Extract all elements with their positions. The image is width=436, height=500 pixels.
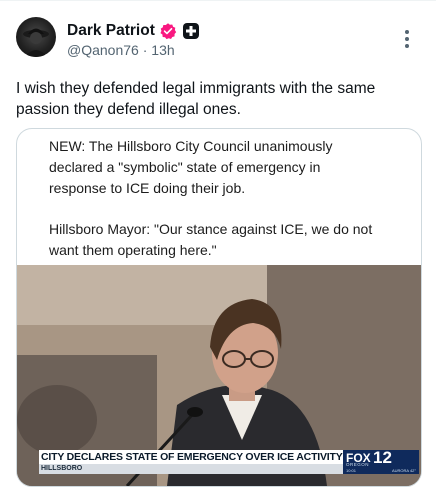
post-text: I wish they defended legal immigrants wi… <box>16 80 376 118</box>
author-handle[interactable]: @Qanon76 <box>67 42 139 58</box>
top-divider <box>0 0 436 1</box>
verified-badge-icon[interactable] <box>159 22 177 40</box>
author-display-name[interactable]: Dark Patriot <box>67 22 155 40</box>
affiliate-badge-icon[interactable] <box>182 23 199 39</box>
station-ticker: 10:01 AURORA 42° <box>346 468 416 473</box>
more-options-icon[interactable] <box>401 28 413 50</box>
station-weather: AURORA 42° <box>391 468 416 473</box>
station-region: OREGON <box>346 462 370 467</box>
news-headline: CITY DECLARES STATE OF EMERGENCY OVER IC… <box>39 450 343 464</box>
station-number: 12 <box>373 448 392 467</box>
quoted-paragraph: Hillsboro Mayor: "Our stance against ICE… <box>49 221 373 258</box>
author-meta: @Qanon76 · 13h <box>67 42 175 58</box>
quoted-screenshot-text: NEW: The Hillsboro City Council unanimou… <box>49 136 379 281</box>
meta-separator: · <box>142 42 148 58</box>
post-media[interactable]: NEW: The Hillsboro City Council unanimou… <box>16 128 422 487</box>
station-logo: FOX 12 OREGON 10:01 AURORA 42° <box>343 448 419 474</box>
news-video-frame[interactable]: CITY DECLARES STATE OF EMERGENCY OVER IC… <box>17 265 421 486</box>
station-time: 10:01 <box>346 468 357 473</box>
author-display-name-row[interactable]: Dark Patriot <box>67 22 199 40</box>
avatar[interactable] <box>16 17 56 57</box>
avatar-image <box>23 28 49 57</box>
news-lower-third: CITY DECLARES STATE OF EMERGENCY OVER IC… <box>39 448 419 474</box>
news-location: HILLSBORO <box>39 464 343 474</box>
quoted-paragraph: NEW: The Hillsboro City Council unanimou… <box>49 138 333 196</box>
post-timestamp[interactable]: 13h <box>151 42 174 58</box>
